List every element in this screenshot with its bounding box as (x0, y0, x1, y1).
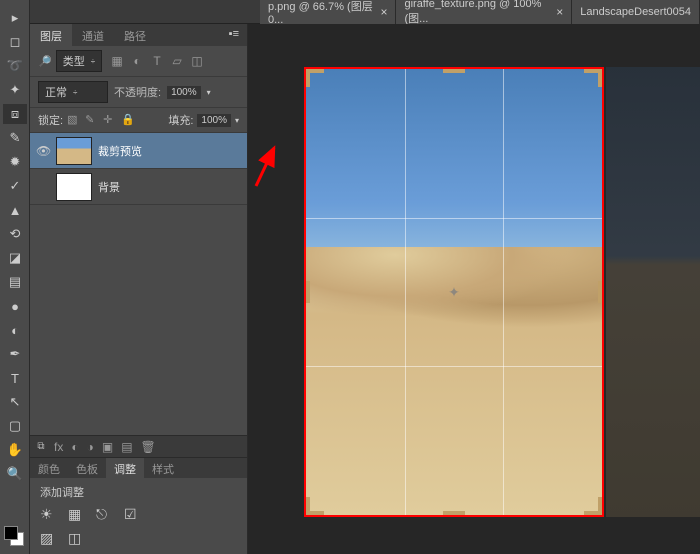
fill-value[interactable]: 100% (197, 114, 231, 127)
filter-type-icon[interactable]: T (150, 54, 164, 68)
wand-tool[interactable]: ✦ (3, 80, 27, 100)
crop-center-icon: ✦ (447, 285, 461, 299)
crop-handle-bl[interactable] (306, 497, 310, 515)
adjust-tab[interactable]: 调整 (106, 458, 144, 478)
gradient-tool[interactable]: ▤ (3, 272, 27, 292)
new-layer-icon[interactable]: ▤ (121, 440, 132, 454)
layers-panel: 图层 通道 路径 ▪≡ 🔎 类型 ÷ ▦ ◐ T ▱ (30, 24, 248, 554)
zoom-tool[interactable]: 🔍 (3, 464, 27, 484)
adjustment-icon[interactable]: ◑ (87, 440, 94, 454)
crop-handle-bottom[interactable] (443, 511, 465, 515)
tab-label: LandscapeDesert0054 (580, 6, 691, 18)
blend-mode-dropdown[interactable]: 正常 ÷ (38, 81, 108, 103)
hue-icon[interactable]: ◫ (68, 530, 86, 548)
mask-icon[interactable]: ◐ (71, 440, 78, 454)
stamp-tool[interactable]: ▲ (3, 200, 27, 220)
blur-tool[interactable]: ● (3, 296, 27, 316)
annotation-arrow (250, 142, 284, 192)
doc-tab-0[interactable]: p.png @ 66.7% (图层0... × (260, 0, 396, 24)
healing-tool[interactable]: ✹ (3, 152, 27, 172)
filter-type-dropdown[interactable]: 类型 ÷ (56, 50, 102, 72)
exposure-icon[interactable]: ☑ (124, 506, 142, 524)
color-swatches[interactable] (0, 526, 29, 546)
levels-icon[interactable]: ▦ (68, 506, 86, 524)
opacity-value[interactable]: 100% (167, 86, 201, 99)
adjustments-panel: 颜色 色板 调整 样式 添加调整 ☀ ▦ ⎋ ☑ (30, 457, 247, 554)
layer-row-crop-preview[interactable]: 👁 裁剪预览 (30, 133, 247, 169)
kind-icon: 🔎 (38, 55, 52, 68)
fill-label: 填充: (168, 112, 193, 128)
add-adjustment-label: 添加调整 (40, 484, 237, 500)
chevron-down-icon: ÷ (73, 88, 77, 97)
hand-tool[interactable]: ✋ (3, 440, 27, 460)
layer-name[interactable]: 裁剪预览 (98, 143, 142, 159)
close-icon[interactable]: × (556, 5, 563, 19)
paths-tab[interactable]: 路径 (114, 24, 156, 46)
panel-menu-icon[interactable]: ▪≡ (221, 24, 247, 46)
delete-icon[interactable]: 🗑 (141, 440, 156, 454)
document-tabs: p.png @ 66.7% (图层0... × giraffe_texture.… (30, 0, 700, 24)
crop-handle-left[interactable] (306, 281, 310, 303)
fx-button[interactable]: fx (54, 440, 63, 454)
canvas-area[interactable]: ✦ (248, 24, 700, 554)
lasso-tool[interactable]: ➰ (3, 56, 27, 76)
layer-footer: ⧉ fx ◐ ◑ ▣ ▤ 🗑 (30, 435, 247, 457)
filter-adjust-icon[interactable]: ◐ (130, 54, 144, 68)
doc-tab-1[interactable]: giraffe_texture.png @ 100% (图... × (396, 0, 572, 24)
vibrance-icon[interactable]: ▨ (40, 530, 58, 548)
chevron-down-icon: ÷ (91, 57, 95, 66)
lock-pixels-icon[interactable]: ✎ (85, 113, 99, 127)
filter-smart-icon[interactable]: ◫ (190, 54, 204, 68)
swatches-tab[interactable]: 色板 (68, 458, 106, 478)
pen-tool[interactable]: ✒ (3, 344, 27, 364)
brightness-icon[interactable]: ☀ (40, 506, 58, 524)
crop-selection[interactable]: ✦ (304, 67, 604, 517)
history-brush-tool[interactable]: ⟲ (3, 224, 27, 244)
crop-handle-top[interactable] (443, 69, 465, 73)
doc-tab-2[interactable]: LandscapeDesert0054 (572, 0, 700, 24)
eyedropper-tool[interactable]: ✎ (3, 128, 27, 148)
layer-thumbnail[interactable] (56, 137, 92, 165)
link-layers-icon[interactable]: ⧉ (36, 441, 46, 452)
layer-list: 👁 裁剪预览 背景 (30, 133, 247, 435)
path-tool[interactable]: ↖ (3, 392, 27, 412)
channels-tab[interactable]: 通道 (72, 24, 114, 46)
layer-name[interactable]: 背景 (98, 179, 120, 195)
chevron-down-icon[interactable]: ▾ (207, 88, 211, 97)
crop-handle-right[interactable] (598, 281, 602, 303)
crop-tool[interactable]: ⧈ (3, 104, 27, 124)
lock-transparency-icon[interactable]: ▧ (67, 113, 81, 127)
lock-position-icon[interactable]: ✛ (103, 113, 117, 127)
dimmed-crop-area (606, 67, 700, 517)
eraser-tool[interactable]: ◪ (3, 248, 27, 268)
chevron-down-icon[interactable]: ▾ (235, 116, 239, 125)
curves-icon[interactable]: ⎋ (96, 506, 114, 524)
styles-tab[interactable]: 样式 (144, 458, 182, 478)
tab-label: p.png @ 66.7% (图层0... (268, 0, 374, 26)
layer-thumbnail[interactable] (56, 173, 92, 201)
tab-label: giraffe_texture.png @ 100% (图... (404, 0, 550, 26)
tool-palette: ▸ ◻ ➰ ✦ ⧈ ✎ ✹ ✓ ▲ ⟲ ◪ ▤ ● ◐ ✒ T ↖ ▢ ✋ 🔍 (0, 0, 30, 554)
filter-shape-icon[interactable]: ▱ (170, 54, 184, 68)
close-icon[interactable]: × (380, 5, 387, 19)
dodge-tool[interactable]: ◐ (3, 320, 27, 340)
crop-handle-tr[interactable] (598, 69, 602, 87)
layers-tab[interactable]: 图层 (30, 24, 72, 46)
layer-row-background[interactable]: 背景 (30, 169, 247, 205)
lock-all-icon[interactable]: 🔒 (121, 113, 135, 127)
lock-label: 锁定: (38, 112, 63, 128)
color-tab[interactable]: 颜色 (30, 458, 68, 478)
move-tool[interactable]: ▸ (3, 8, 27, 28)
group-icon[interactable]: ▣ (102, 440, 113, 454)
marquee-tool[interactable]: ◻ (3, 32, 27, 52)
fg-color-swatch[interactable] (4, 526, 18, 540)
crop-handle-br[interactable] (598, 497, 602, 515)
type-tool[interactable]: T (3, 368, 27, 388)
opacity-label: 不透明度: (114, 84, 161, 100)
crop-handle-tl[interactable] (306, 69, 310, 87)
filter-pixel-icon[interactable]: ▦ (110, 54, 124, 68)
shape-tool[interactable]: ▢ (3, 416, 27, 436)
visibility-icon[interactable]: 👁 (36, 144, 50, 158)
brush-tool[interactable]: ✓ (3, 176, 27, 196)
